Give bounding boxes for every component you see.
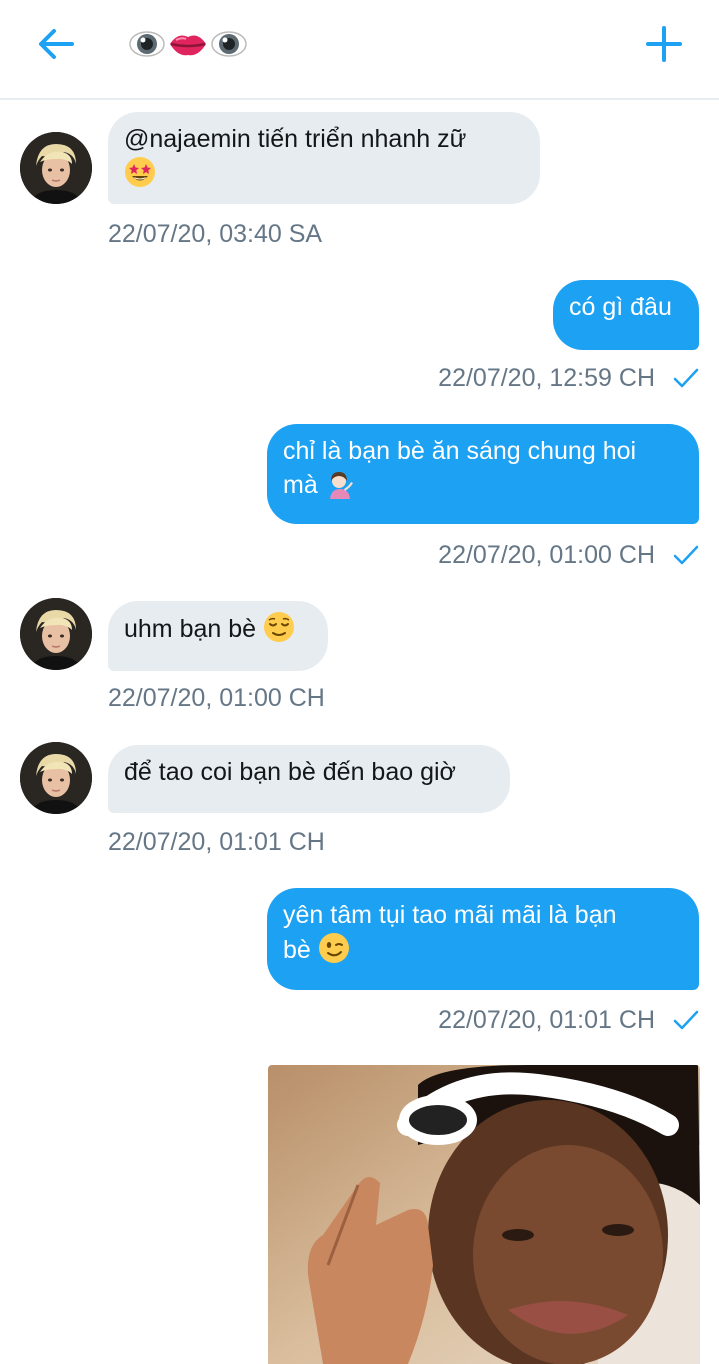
sent-check-icon xyxy=(673,545,699,565)
message-text: uhm bạn bè xyxy=(124,615,257,643)
message-text: @najaemin tiến triển nhanh zữ xyxy=(124,125,467,153)
message-image[interactable] xyxy=(268,1065,700,1364)
timestamp: 22/07/20, 01:01 CH xyxy=(108,828,325,856)
arrow-left-icon xyxy=(39,29,74,59)
timestamp: 22/07/20, 03:40 SA xyxy=(108,220,323,248)
timestamp: 22/07/20, 01:00 CH xyxy=(438,541,655,569)
message-text-continued: bè xyxy=(283,936,311,964)
sent-check-icon xyxy=(673,368,699,388)
timestamp: 22/07/20, 01:01 CH xyxy=(438,1006,655,1034)
timestamp: 22/07/20, 12:59 CH xyxy=(438,364,655,392)
lips-icon xyxy=(170,35,206,56)
message-bubble-incoming[interactable]: để tao coi bạn bè đến bao giờ xyxy=(108,745,510,813)
woman-tipping-hand-icon xyxy=(329,472,353,499)
conversation-header xyxy=(0,0,719,100)
sent-check-icon xyxy=(673,1010,699,1030)
star-struck-icon xyxy=(125,157,155,187)
message-bubble-incoming[interactable]: @najaemin tiến triển nhanh zữ xyxy=(108,112,540,204)
plus-icon xyxy=(646,26,682,62)
avatar[interactable] xyxy=(20,598,92,670)
eye-icon xyxy=(129,31,165,57)
message-text: chỉ là bạn bè ăn sáng chung hoi xyxy=(283,437,637,465)
winking-face-icon xyxy=(318,933,349,963)
timestamp-row: 22/07/20, 12:59 CH xyxy=(438,363,699,393)
timestamp: 22/07/20, 01:00 CH xyxy=(108,684,325,712)
avatar[interactable] xyxy=(20,132,92,204)
user-avatar-image xyxy=(20,742,92,814)
timestamp-row: 22/07/20, 01:00 CH xyxy=(438,540,699,570)
photo-image xyxy=(268,1065,700,1364)
back-button[interactable] xyxy=(32,22,80,66)
new-message-button[interactable] xyxy=(640,20,688,68)
message-text: yên tâm tụi tao mãi mãi là bạn xyxy=(283,901,617,929)
avatar[interactable] xyxy=(20,742,92,814)
message-bubble-outgoing[interactable]: yên tâm tụi tao mãi mãi là bạn bè xyxy=(267,888,699,990)
message-bubble-incoming[interactable]: uhm bạn bè xyxy=(108,601,328,671)
eye-icon xyxy=(211,31,247,57)
timestamp-row: 22/07/20, 01:01 CH xyxy=(438,1005,699,1035)
user-avatar-image xyxy=(20,132,92,204)
user-avatar-image xyxy=(20,598,92,670)
message-bubble-outgoing[interactable]: có gì đâu xyxy=(553,280,699,350)
relieved-face-icon xyxy=(264,612,294,642)
message-text: để tao coi bạn bè đến bao giờ xyxy=(124,758,456,786)
message-bubble-outgoing[interactable]: chỉ là bạn bè ăn sáng chung hoi mà xyxy=(267,424,699,524)
message-text: có gì đâu xyxy=(569,293,672,321)
message-text-continued: mà xyxy=(283,471,318,499)
conversation-title[interactable] xyxy=(128,26,248,62)
